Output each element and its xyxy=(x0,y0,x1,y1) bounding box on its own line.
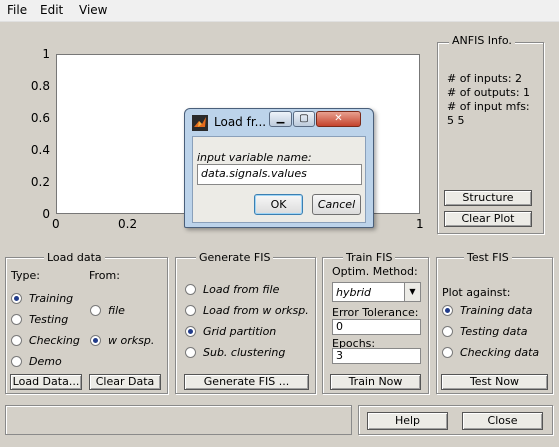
maximize-icon: ▢ xyxy=(299,113,309,124)
minimize-button[interactable]: ▁ xyxy=(269,111,292,127)
radio-from-workspace[interactable] xyxy=(90,335,101,346)
anfis-info-title: ANFIS Info. xyxy=(449,34,515,47)
radio-load-from-file-label: Load from file xyxy=(203,283,280,296)
load-data-button[interactable]: Load Data... xyxy=(10,374,82,390)
help-button[interactable]: Help xyxy=(367,412,448,430)
minimize-icon: ▁ xyxy=(276,113,285,124)
chevron-down-icon[interactable]: ▼ xyxy=(404,283,420,301)
dialog-prompt: input variable name: xyxy=(197,151,312,164)
menu-edit[interactable]: Edit xyxy=(40,3,63,17)
type-label: Type: xyxy=(11,269,40,282)
num-outputs: # of outputs: 1 xyxy=(447,86,531,99)
radio-load-from-file[interactable] xyxy=(185,284,196,295)
radio-load-from-workspace[interactable] xyxy=(185,305,196,316)
epochs-input[interactable]: 3 xyxy=(332,348,421,364)
from-label: From: xyxy=(89,269,120,282)
radio-from-file[interactable] xyxy=(90,305,101,316)
close-icon: ✕ xyxy=(334,113,343,124)
test-fis-title: Test FIS xyxy=(464,251,512,264)
radio-training-label: Training xyxy=(29,292,74,305)
x-tick-label: 0 xyxy=(52,217,60,231)
input-mfs-values: 5 5 xyxy=(447,114,465,127)
menu-view[interactable]: View xyxy=(79,3,107,17)
radio-from-workspace-label: w orksp. xyxy=(108,334,155,347)
variable-name-input[interactable]: data.signals.values xyxy=(197,164,362,185)
dialog-title: Load fr... xyxy=(214,115,267,129)
radio-checking[interactable] xyxy=(11,335,22,346)
test-now-button[interactable]: Test Now xyxy=(441,374,548,390)
num-input-mfs: # of input mfs: xyxy=(447,100,530,113)
matlab-logo-icon xyxy=(192,115,208,131)
radio-checking-data[interactable] xyxy=(442,347,453,358)
x-tick-label: 1 xyxy=(416,217,424,231)
y-tick-label: 0.4 xyxy=(30,143,50,157)
optim-method-label: Optim. Method: xyxy=(332,265,418,278)
status-bar xyxy=(5,405,352,435)
y-tick-label: 0.6 xyxy=(30,111,50,125)
radio-load-from-workspace-label: Load from w orksp. xyxy=(203,304,309,317)
structure-button[interactable]: Structure xyxy=(444,190,532,206)
ok-button[interactable]: OK xyxy=(254,194,303,215)
optim-method-select[interactable]: hybrid ▼ xyxy=(332,282,421,302)
radio-testing-data-label: Testing data xyxy=(460,325,528,338)
menu-file[interactable]: File xyxy=(7,3,27,17)
x-tick-label: 0.2 xyxy=(118,217,138,231)
load-dialog: Load fr... ▁ ▢ ✕ input variable name: da… xyxy=(184,108,374,228)
menu-bar: File Edit View xyxy=(0,0,559,22)
y-tick-label: 0.8 xyxy=(30,79,50,93)
train-fis-title: Train FIS xyxy=(343,251,396,264)
load-data-title: Load data xyxy=(44,251,105,264)
radio-grid-partition[interactable] xyxy=(185,326,196,337)
radio-demo-label: Demo xyxy=(29,355,62,368)
num-inputs: # of inputs: 2 xyxy=(447,72,523,85)
radio-training[interactable] xyxy=(11,293,22,304)
y-tick-label: 0 xyxy=(42,207,50,221)
dialog-close-button[interactable]: ✕ xyxy=(316,111,361,127)
clear-data-button[interactable]: Clear Data xyxy=(89,374,161,390)
cancel-button[interactable]: Cancel xyxy=(312,194,361,215)
clear-plot-button[interactable]: Clear Plot xyxy=(444,211,532,227)
radio-sub-clustering-label: Sub. clustering xyxy=(203,346,286,359)
radio-testing-label: Testing xyxy=(29,313,69,326)
radio-checking-data-label: Checking data xyxy=(460,346,540,359)
y-tick-label: 0.2 xyxy=(30,175,50,189)
train-now-button[interactable]: Train Now xyxy=(330,374,421,390)
error-tolerance-input[interactable]: 0 xyxy=(332,319,421,335)
radio-training-data[interactable] xyxy=(442,305,453,316)
radio-from-file-label: file xyxy=(108,304,125,317)
radio-checking-label: Checking xyxy=(29,334,80,347)
radio-training-data-label: Training data xyxy=(460,304,533,317)
radio-testing-data[interactable] xyxy=(442,326,453,337)
radio-grid-partition-label: Grid partition xyxy=(203,325,277,338)
radio-demo[interactable] xyxy=(11,356,22,367)
error-tolerance-label: Error Tolerance: xyxy=(332,306,419,319)
plot-against-label: Plot against: xyxy=(442,286,511,299)
generate-fis-title: Generate FIS xyxy=(196,251,274,264)
optim-method-value: hybrid xyxy=(336,286,372,299)
maximize-button[interactable]: ▢ xyxy=(293,111,315,127)
close-button[interactable]: Close xyxy=(462,412,543,430)
dialog-body: input variable name: data.signals.values… xyxy=(192,136,366,223)
generate-fis-button[interactable]: Generate FIS ... xyxy=(184,374,309,390)
y-tick-label: 1 xyxy=(42,47,50,61)
radio-sub-clustering[interactable] xyxy=(185,347,196,358)
radio-testing[interactable] xyxy=(11,314,22,325)
